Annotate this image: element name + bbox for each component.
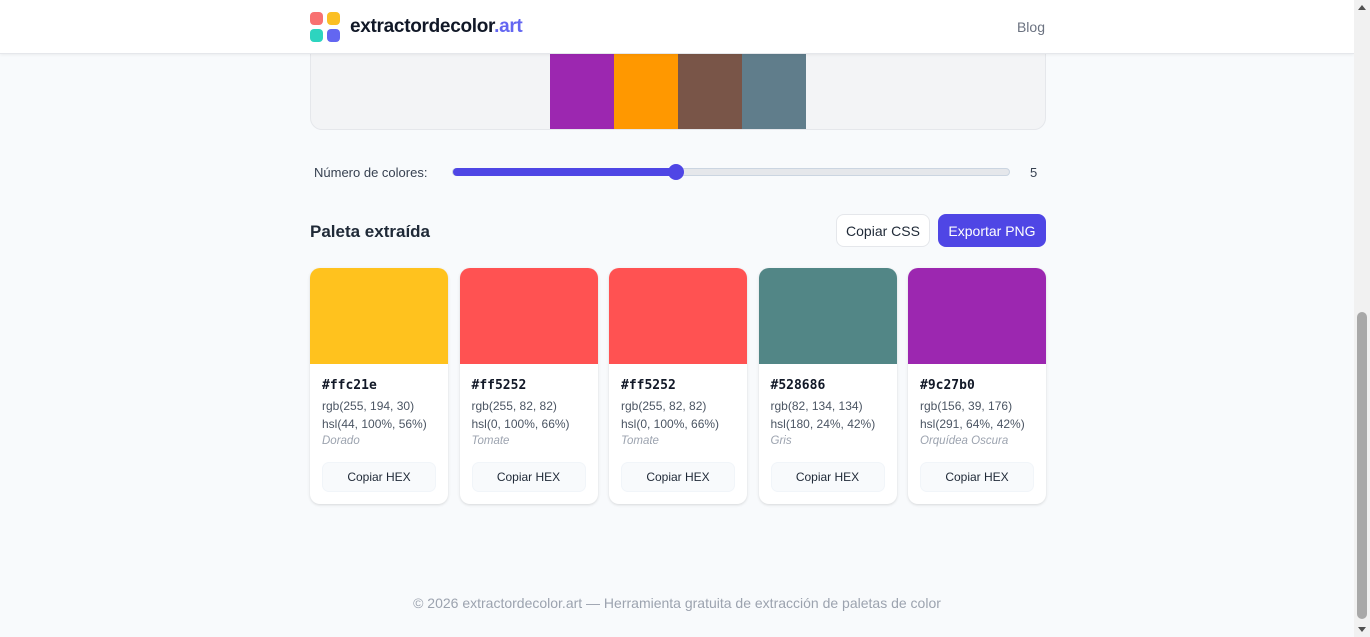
color-card-body: #ffc21e rgb(255, 194, 30) hsl(44, 100%, … [310,364,448,447]
color-name: Dorado [322,435,360,447]
color-swatch[interactable] [310,268,448,364]
color-rgb: rgb(255, 82, 82) [471,399,557,413]
color-card: #ffc21e rgb(255, 194, 30) hsl(44, 100%, … [310,268,448,504]
color-count-control: Número de colores: 5 [314,158,1046,186]
copy-hex-button[interactable]: Copiar HEX [770,462,885,492]
palette-logo-icon [310,12,340,42]
scroll-up-arrow-icon[interactable] [1358,5,1366,10]
color-name: Tomate [621,435,659,447]
copy-css-button[interactable]: Copiar CSS [836,214,930,247]
color-card: #ff5252 rgb(255, 82, 82) hsl(0, 100%, 66… [609,268,747,504]
color-count-value: 5 [1030,165,1038,180]
color-swatch[interactable] [459,268,598,364]
color-card-body: #ff5252 rgb(255, 82, 82) hsl(0, 100%, 66… [609,364,747,447]
color-name: Orquídea Oscura [920,435,1009,447]
color-name: Gris [770,435,792,447]
color-hex: #528686 [770,378,826,393]
slider-fill [453,168,677,176]
color-swatch[interactable] [758,268,897,364]
color-card: #ff5252 rgb(255, 82, 82) hsl(0, 100%, 66… [459,268,598,504]
scroll-down-arrow-icon[interactable] [1358,627,1366,632]
brand-main: extractordecolor [350,16,495,37]
palette-title: Paleta extraída [310,222,431,241]
color-hex: #ff5252 [621,378,676,393]
color-count-label: Número de colores: [314,165,428,180]
color-card-body: #9c27b0 rgb(156, 39, 176) hsl(291, 64%, … [908,364,1046,447]
color-hsl: hsl(44, 100%, 56%) [322,417,427,431]
copy-hex-button[interactable]: Copiar HEX [322,462,436,492]
color-name: Tomate [471,435,510,447]
color-rgb: rgb(255, 82, 82) [621,399,707,413]
color-hex: #ffc21e [322,378,377,393]
color-rgb: rgb(156, 39, 176) [920,399,1013,413]
color-swatch[interactable] [609,268,747,364]
palette-cards: #ffc21e rgb(255, 194, 30) hsl(44, 100%, … [310,268,1046,504]
color-card-body: #ff5252 rgb(255, 82, 82) hsl(0, 100%, 66… [460,364,598,447]
site-footer: © 2026 extractordecolor.art — Herramient… [413,595,941,611]
page: extractordecolor.art Blog Número de colo… [0,0,1354,637]
color-rgb: rgb(255, 194, 30) [322,399,415,413]
color-card-body: #528686 rgb(82, 134, 134) hsl(180, 24%, … [759,364,897,447]
copy-hex-button[interactable]: Copiar HEX [920,462,1034,492]
page-scrollbar[interactable] [1354,0,1370,637]
color-count-slider[interactable] [452,164,1010,180]
scrollbar-thumb[interactable] [1357,312,1367,619]
nav-link-blog[interactable]: Blog [1017,19,1045,35]
color-hsl: hsl(291, 64%, 42%) [920,417,1025,431]
color-rgb: rgb(82, 134, 134) [770,399,863,413]
logo-square-yellow [327,12,340,25]
color-hsl: hsl(0, 100%, 66%) [621,417,720,431]
export-png-button[interactable]: Exportar PNG [938,214,1046,247]
site-header: extractordecolor.art Blog [0,0,1354,54]
logo-square-indigo [327,29,340,42]
color-swatch[interactable] [908,268,1046,364]
logo-square-teal [310,29,323,42]
brand-tld: .art [494,16,523,37]
color-card: #528686 rgb(82, 134, 134) hsl(180, 24%, … [758,268,897,504]
logo-square-red [310,12,323,25]
slider-thumb[interactable] [668,164,685,180]
site-logo[interactable]: extractordecolor.art [310,12,523,42]
copy-hex-button[interactable]: Copiar HEX [621,462,735,492]
brand-name: extractordecolor.art [350,16,523,38]
color-hex: #9c27b0 [920,378,975,393]
color-hsl: hsl(0, 100%, 66%) [471,417,570,431]
color-hsl: hsl(180, 24%, 42%) [770,417,876,431]
copy-hex-button[interactable]: Copiar HEX [471,462,586,492]
color-card: #9c27b0 rgb(156, 39, 176) hsl(291, 64%, … [908,268,1046,504]
color-hex: #ff5252 [471,378,527,393]
